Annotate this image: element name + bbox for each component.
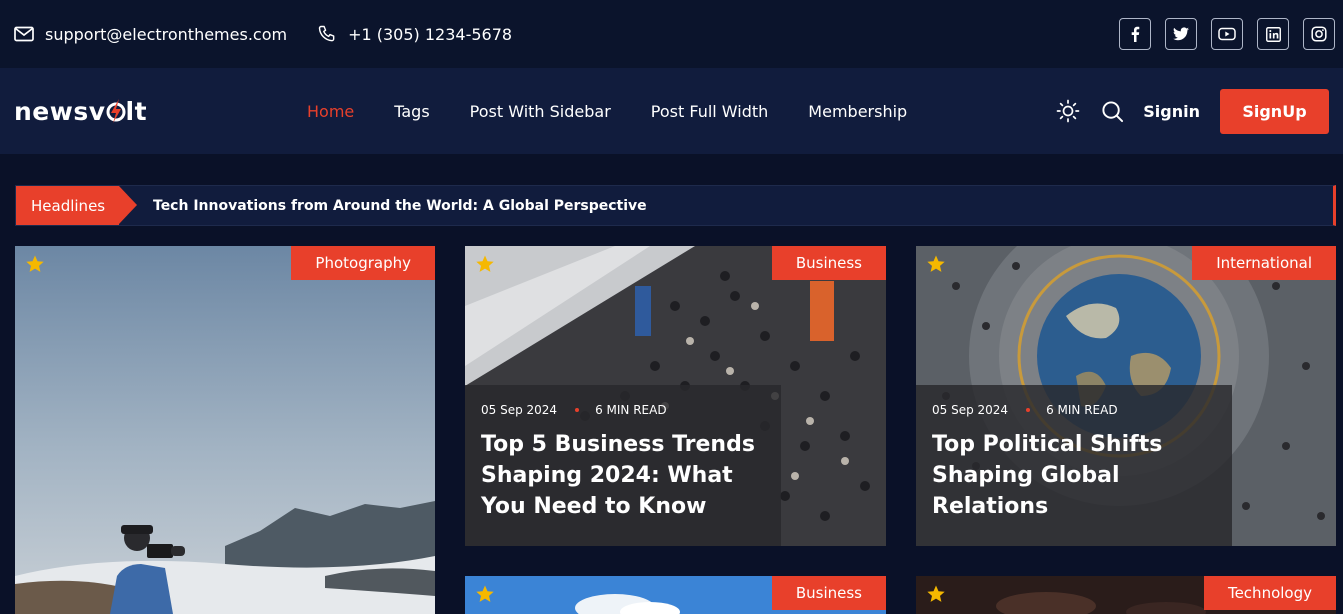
post-overlay: 05 Sep 2024 6 MIN READ Top Political Shi… [916,385,1232,546]
category-badge[interactable]: Business [771,246,886,280]
ticker-label: Headlines [16,186,137,225]
post-meta: 05 Sep 2024 6 MIN READ [932,403,1216,417]
twitter-link[interactable] [1165,18,1197,50]
post-read-time: 6 MIN READ [595,403,667,417]
featured-star-icon [476,585,494,602]
instagram-link[interactable] [1303,18,1335,50]
facebook-icon [1131,26,1140,42]
meta-separator-dot [1026,408,1031,412]
linkedin-icon [1265,26,1281,42]
featured-star-icon [26,255,44,272]
featured-star-icon [927,585,945,602]
post-title[interactable]: Top Political Shifts Shaping Global Rela… [932,429,1222,522]
post-date: 05 Sep 2024 [932,403,1009,417]
card-image-photographer [15,246,435,614]
featured-star-icon [476,255,494,272]
nav-item-tags[interactable]: Tags [394,102,429,121]
instagram-icon [1311,26,1327,42]
email-contact[interactable]: support@electronthemes.com [14,25,287,44]
signup-button[interactable]: SignUp [1220,88,1329,134]
category-badge[interactable]: Business [771,576,886,610]
youtube-link[interactable] [1211,18,1243,50]
post-title[interactable]: Top 5 Business Trends Shaping 2024: What… [481,429,771,522]
nav-item-home[interactable]: Home [307,102,354,121]
post-date: 05 Sep 2024 [481,403,558,417]
facebook-link[interactable] [1119,18,1151,50]
category-badge[interactable]: Photography [291,246,435,280]
nav-item-post-with-sidebar[interactable]: Post With Sidebar [470,102,611,121]
nav-links: Home Tags Post With Sidebar Post Full Wi… [307,68,947,154]
ticker-headline[interactable]: Tech Innovations from Around the World: … [153,198,647,214]
post-read-time: 6 MIN READ [1046,403,1118,417]
email-text[interactable]: support@electronthemes.com [45,25,287,44]
post-meta: 05 Sep 2024 6 MIN READ [481,403,765,417]
post-card-business[interactable]: Business 05 Sep 2024 6 MIN READ Top 5 Bu… [465,246,886,546]
signin-link[interactable]: Signin [1143,102,1200,121]
mail-icon [14,26,34,42]
top-bar: support@electronthemes.com +1 (305) 1234… [0,0,1343,68]
main-navbar: newsv lt Home Tags Post With Sidebar Pos… [0,68,1343,154]
nav-actions: Signin SignUp [1055,88,1329,134]
phone-text[interactable]: +1 (305) 1234-5678 [348,25,512,44]
headlines-ticker: Headlines Tech Innovations from Around t… [15,185,1336,226]
phone-contact[interactable]: +1 (305) 1234-5678 [317,24,512,44]
meta-separator-dot [575,408,580,412]
post-card-business-2[interactable]: Business [465,576,886,614]
search-icon [1102,100,1123,122]
social-links [1119,18,1335,50]
theme-toggle-button[interactable] [1055,98,1081,124]
site-logo[interactable]: newsv lt [14,97,147,126]
nav-item-post-full-width[interactable]: Post Full Width [651,102,769,121]
search-button[interactable] [1099,98,1125,124]
nav-item-membership[interactable]: Membership [808,102,907,121]
logo-text-prefix: newsv [14,96,106,126]
sun-icon [1056,99,1080,123]
twitter-icon [1173,27,1189,41]
post-card-international[interactable]: International 05 Sep 2024 6 MIN READ Top… [916,246,1336,546]
logo-bolt-icon [106,99,126,123]
post-overlay: 05 Sep 2024 6 MIN READ Top 5 Business Tr… [465,385,781,546]
featured-star-icon [927,255,945,272]
logo-text-suffix: lt [125,96,148,126]
phone-icon [318,25,335,42]
youtube-icon [1218,27,1236,41]
category-badge[interactable]: Technology [1203,576,1336,610]
post-card-technology[interactable]: Technology [916,576,1336,614]
post-card-photography[interactable]: Photography [15,246,435,614]
category-badge[interactable]: International [1192,246,1336,280]
linkedin-link[interactable] [1257,18,1289,50]
